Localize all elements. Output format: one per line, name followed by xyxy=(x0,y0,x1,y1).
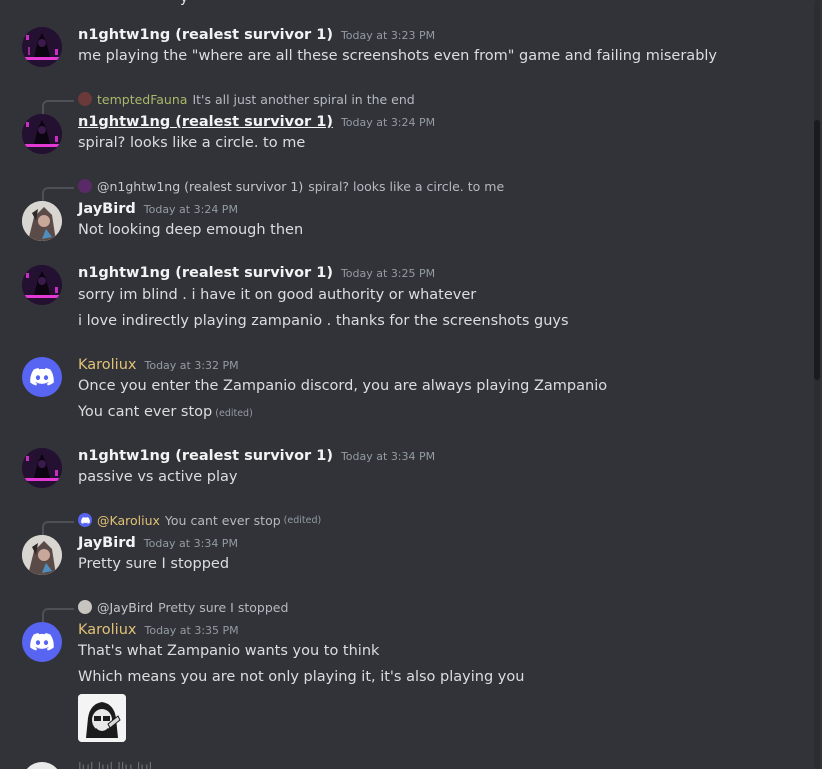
reply-avatar xyxy=(78,600,92,614)
avatar-jaybird[interactable] xyxy=(22,201,62,241)
message-timestamp: Today at 3:35 PM xyxy=(144,624,239,637)
message-timestamp: Today at 3:34 PM xyxy=(340,450,436,463)
message-timestamp: Today at 3:25 PM xyxy=(340,267,436,280)
reply-avatar xyxy=(78,179,92,193)
message-text: passive vs active play xyxy=(78,469,238,485)
discord-logo-icon xyxy=(30,633,54,651)
truncated-bottom-text: lul lul llu lul xyxy=(78,761,153,769)
reply-text: Pretty sure I stopped xyxy=(158,599,289,615)
message-text: That's what Zampanio wants you to think xyxy=(78,643,380,659)
scrollbar-track[interactable] xyxy=(814,0,820,769)
reply-author[interactable]: @Karoliux xyxy=(97,513,160,528)
discord-logo-icon xyxy=(30,368,54,386)
message-timestamp: Today at 3:32 PM xyxy=(144,359,239,372)
message-text: i love indirectly playing zampanio . tha… xyxy=(78,313,569,329)
message-timestamp: Today at 3:24 PM xyxy=(143,203,238,216)
discord-logo-icon xyxy=(80,516,90,524)
reply-text: spiral? looks like a circle. to me xyxy=(308,178,505,194)
message-author[interactable]: JayBird xyxy=(78,201,136,217)
chat-message-list[interactable]: y n1ghtw1ng (realest survivor 1) Today at… xyxy=(0,0,822,769)
message-author[interactable]: n1ghtw1ng (realest survivor 1) xyxy=(78,265,333,281)
avatar-karoliux[interactable] xyxy=(22,357,62,397)
truncated-top-text: y xyxy=(180,0,188,6)
reply-preview[interactable]: @JayBird Pretty sure I stopped xyxy=(42,598,502,624)
avatar-partial[interactable] xyxy=(22,762,62,769)
message-text: spiral? looks like a circle. to me xyxy=(78,135,306,151)
message-text: sorry im blind . i have it on good autho… xyxy=(78,287,477,303)
message-text-edited: You cant ever stop (edited) xyxy=(78,404,253,420)
message-author[interactable]: n1ghtw1ng (realest survivor 1) xyxy=(78,114,333,130)
message-text: Not looking deep emough then xyxy=(78,222,304,238)
reply-author[interactable]: @JayBird xyxy=(97,600,153,615)
message-text: You cant ever stop xyxy=(78,404,213,420)
message-timestamp: Today at 3:34 PM xyxy=(143,537,238,550)
message-author[interactable]: Karoliux xyxy=(78,622,136,638)
message-author[interactable]: Karoliux xyxy=(78,357,136,373)
message-author[interactable]: JayBird xyxy=(78,535,136,551)
message-text: me playing the "where are all these scre… xyxy=(78,48,718,64)
reply-author[interactable]: @n1ghtw1ng (realest survivor 1) xyxy=(97,179,303,194)
message-timestamp: Today at 3:24 PM xyxy=(340,116,436,129)
avatar-n1ghtw1ng[interactable] xyxy=(22,265,62,305)
avatar-karoliux[interactable] xyxy=(22,622,62,662)
reply-avatar xyxy=(78,92,92,106)
avatar-n1ghtw1ng[interactable] xyxy=(22,448,62,488)
message-timestamp: Today at 3:23 PM xyxy=(340,29,436,42)
avatar-n1ghtw1ng[interactable] xyxy=(22,27,62,67)
sticker-image[interactable] xyxy=(78,694,126,742)
reply-avatar xyxy=(78,513,92,527)
message-author[interactable]: n1ghtw1ng (realest survivor 1) xyxy=(78,27,333,43)
scrollbar-thumb[interactable] xyxy=(814,120,820,380)
reply-preview[interactable]: @n1ghtw1ng (realest survivor 1) spiral? … xyxy=(42,177,505,203)
message-author[interactable]: n1ghtw1ng (realest survivor 1) xyxy=(78,448,333,464)
edited-label: (edited) xyxy=(215,408,253,419)
message-text: Pretty sure I stopped xyxy=(78,556,230,572)
edited-label: (edited) xyxy=(283,514,322,526)
reply-author[interactable]: temptedFauna xyxy=(97,92,187,107)
reply-preview[interactable]: temptedFauna It's all just another spira… xyxy=(42,90,502,116)
message-text: Once you enter the Zampanio discord, you… xyxy=(78,378,608,394)
avatar-jaybird[interactable] xyxy=(22,535,62,575)
avatar-n1ghtw1ng[interactable] xyxy=(22,114,62,154)
reply-text: You cant ever stop xyxy=(164,512,281,528)
message-text: Which means you are not only playing it,… xyxy=(78,669,525,685)
reply-preview[interactable]: @Karoliux You cant ever stop (edited) xyxy=(42,511,502,537)
reply-text: It's all just another spiral in the end xyxy=(192,91,415,107)
